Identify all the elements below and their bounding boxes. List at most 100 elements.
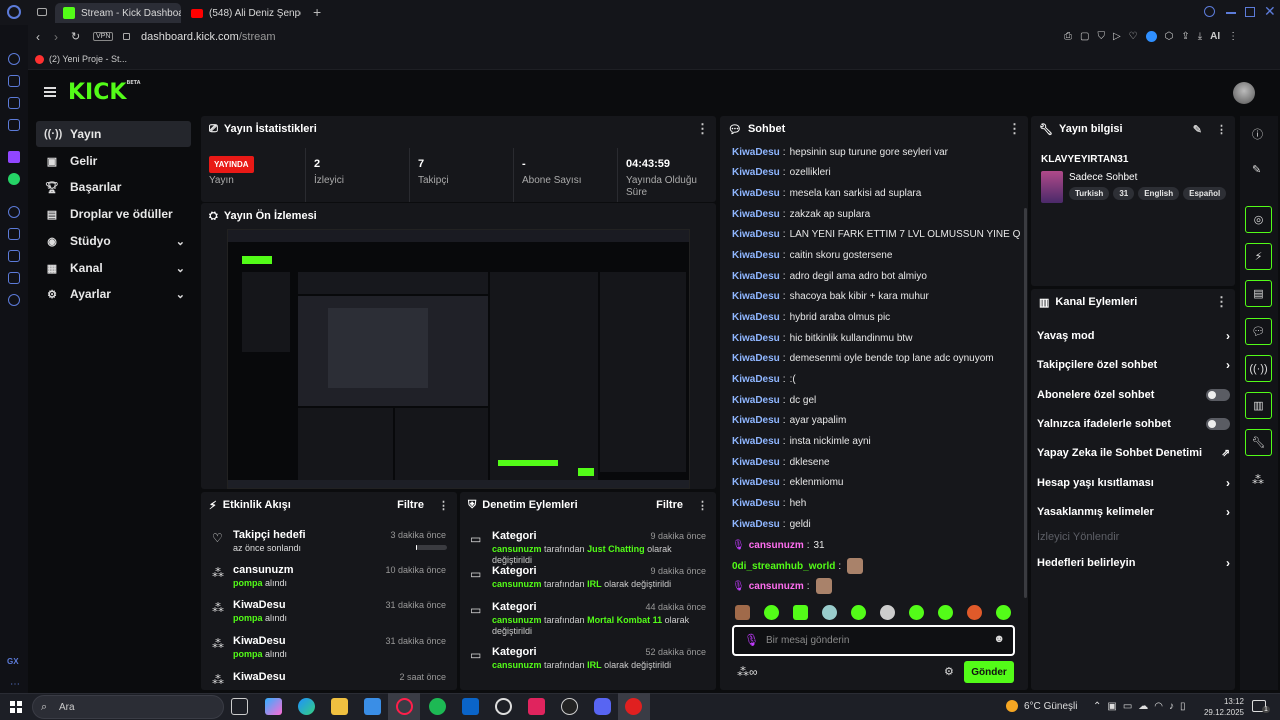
sidebar-twitch-icon[interactable] [8,151,20,163]
chat-username[interactable]: KiwaDesu [732,477,780,488]
chat-username[interactable]: KiwaDesu [732,519,780,530]
new-tab-button[interactable]: + [313,4,321,20]
ai-button[interactable]: AI [1210,31,1220,42]
shield-icon[interactable]: ⛉ [1097,31,1105,42]
stream-preview-video[interactable] [227,229,690,489]
rail-gift-icon[interactable]: ⁂ [1252,473,1264,487]
chat-username[interactable]: KiwaDesu [732,374,780,385]
edge-icon[interactable] [298,698,315,715]
rail-actions-button[interactable]: ▥ [1245,392,1272,419]
rail-broadcast-button[interactable]: ((·)) [1245,355,1272,382]
action-slow-mode[interactable]: Yavaş mod › [1037,323,1230,349]
kick-logo[interactable]: KICKBETA [68,80,141,105]
tab-youtube[interactable]: (548) Ali Deniz Şenpotuk [183,3,301,23]
settings-icon[interactable] [495,698,512,715]
emoji-icon[interactable]: ☻ [993,633,1005,645]
category-name[interactable]: Sadece Sohbet [1069,172,1137,183]
obs-icon[interactable] [561,698,578,715]
nav-ayarlar[interactable]: ⚙ Ayarlar ⌄ [36,281,191,307]
taskbar-search[interactable]: ⌕ Ara [32,695,224,719]
chat-username[interactable]: KiwaDesu [732,250,780,261]
tag[interactable]: 31 [1113,187,1135,200]
tab-manager-icon[interactable] [37,8,47,16]
tag[interactable]: English [1138,187,1180,200]
store-icon[interactable] [364,698,381,715]
rail-activity-button[interactable]: ⚡︎ [1245,243,1272,270]
sidebar-player-icon[interactable] [8,206,20,218]
sidebar-history-icon[interactable] [8,53,20,65]
close-window-icon[interactable]: ✕ [1264,3,1276,20]
chat-username[interactable]: KiwaDesu [732,395,780,406]
rail-chat-button[interactable]: 💬︎ [1245,318,1272,345]
action-followers-only[interactable]: Takipçilere özel sohbet › [1037,352,1230,378]
emote-icon[interactable] [938,605,953,620]
crop-icon[interactable]: ▢ [1080,31,1089,42]
emote-icon[interactable] [822,605,837,620]
heart-icon[interactable]: ♡ [1129,31,1138,42]
file-explorer-icon[interactable] [331,698,348,715]
sidebar-gx-icon[interactable]: GX [7,657,19,666]
reload-icon[interactable]: ↻ [71,30,80,43]
info-icon[interactable]: ⓘ [1252,126,1263,142]
rail-preview-button[interactable]: ◎ [1245,206,1272,233]
minimize-icon[interactable] [1226,12,1236,14]
nav-gelir[interactable]: ▣ Gelir [36,148,191,174]
chat-username[interactable]: KiwaDesu [732,457,780,468]
emote-icon[interactable] [793,605,808,620]
action-goals[interactable]: Hedefleri belirleyin › [1037,550,1230,576]
chat-username[interactable]: KiwaDesu [732,147,780,158]
menu-icon[interactable]: ⋮ [1228,31,1238,42]
copilot-icon[interactable] [265,698,282,715]
tab-kick-dashboard[interactable]: Stream - Kick Dashboard [55,3,181,23]
action-banned-words[interactable]: Yasaklanmış kelimeler › [1037,499,1230,525]
sidebar-news-icon[interactable] [8,97,20,109]
more-options-icon[interactable]: ⋮ [1008,121,1021,137]
chat-username[interactable]: KiwaDesu [732,498,780,509]
emote-icon[interactable] [764,605,779,620]
play-icon[interactable]: ▷ [1113,31,1121,42]
chat-username[interactable]: KiwaDesu [732,291,780,302]
bookmark-item[interactable]: (2) Yeni Proje - St... [35,54,127,64]
chat-username[interactable]: KiwaDesu [732,415,780,426]
opera-gx-icon[interactable] [396,698,413,715]
chat-username[interactable]: KiwaDesu [732,312,780,323]
rail-notes-button[interactable]: ▤ [1245,280,1272,307]
chat-username[interactable]: KiwaDesu [732,209,780,220]
emotes-only-toggle[interactable] [1206,418,1230,430]
pencil-icon[interactable]: ✎ [1252,163,1261,176]
rail-wrench-button[interactable]: 🔧︎ [1245,429,1272,456]
weather-widget[interactable]: 6°C Güneşli [1006,700,1077,712]
opera-logo-icon[interactable] [7,5,21,19]
nav-droplar[interactable]: ▤ Droplar ve ödüller [36,201,191,227]
app-red2-icon[interactable] [625,698,642,715]
chat-username[interactable]: KiwaDesu [732,271,780,282]
chat-username[interactable]: KiwaDesu [732,353,780,364]
nav-kanal[interactable]: ▦ Kanal ⌄ [36,255,191,281]
chat-username[interactable]: cansunuzm [749,581,804,592]
more-options-icon[interactable]: ⋮ [438,499,449,512]
chat-tools-icon[interactable]: ⁂∞ [737,665,758,679]
chat-username[interactable]: 0di_streamhub_world [732,561,835,572]
send-button[interactable]: Gönder [964,661,1014,683]
maximize-icon[interactable] [1245,7,1255,17]
chat-username[interactable]: KiwaDesu [732,167,780,178]
clock[interactable]: 13:12 29.12.2025 [1202,696,1244,718]
tray-wifi-icon[interactable]: ◠ [1154,701,1163,712]
discord-icon[interactable] [594,698,611,715]
tag[interactable]: Español [1183,187,1227,200]
snapshot-icon[interactable]: ⎙ [1064,31,1072,42]
outlook-icon[interactable] [462,698,479,715]
sidebar-settings-icon[interactable] [8,294,20,306]
emote-icon[interactable] [880,605,895,620]
task-view-icon[interactable] [231,698,248,715]
emote-icon[interactable] [909,605,924,620]
chat-settings-icon[interactable]: ⚙ [944,665,954,678]
forward-icon[interactable]: › [54,30,58,44]
tag[interactable]: Turkish [1069,187,1110,200]
chat-username[interactable]: KiwaDesu [732,188,780,199]
more-options-icon[interactable]: ⋮ [1216,123,1227,136]
chat-username[interactable]: KiwaDesu [732,333,780,344]
user-avatar[interactable] [1233,82,1255,104]
action-emotes-only[interactable]: Yalnızca ifadelerle sohbet [1037,411,1230,437]
sidebar-wallet-icon[interactable] [8,228,20,240]
